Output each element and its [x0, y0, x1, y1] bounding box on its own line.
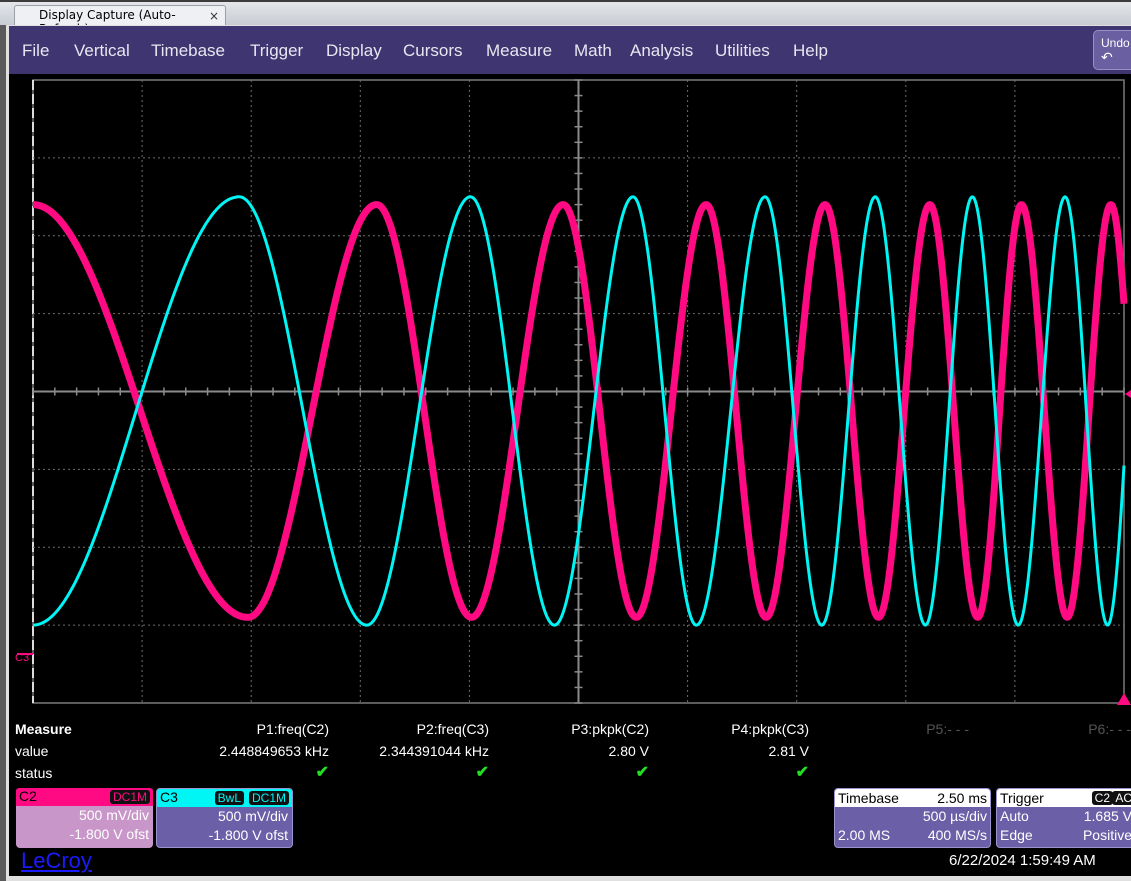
channel-offset: -1.800 V ofst	[69, 826, 149, 842]
channel-c2-descriptor[interactable]: C2 DC1M 500 mV/div -1.800 V ofst	[16, 788, 153, 848]
tab-display-capture[interactable]: Display Capture (Auto-Refresh) ×	[14, 5, 226, 36]
row-label-status: status	[15, 765, 53, 781]
channel-name: C3	[160, 789, 178, 805]
close-icon[interactable]: ×	[209, 9, 219, 23]
undo-label: Undo	[1101, 36, 1130, 50]
channel-name: C2	[19, 788, 37, 804]
trigger-slope: Positive	[1082, 827, 1131, 843]
measure-param-name[interactable]: P4:pkpk(C3)	[629, 721, 809, 737]
status-check-icon: ✔	[475, 764, 489, 781]
menu-math[interactable]: Math	[574, 41, 612, 61]
coupling-badge: DC1M	[109, 790, 150, 804]
trigger-level: 1.685 V	[1083, 808, 1131, 824]
trigger-header: Trigger C2 AC	[997, 789, 1131, 807]
measure-table: Measure value status P1:freq(C2) 2.448849…	[9, 714, 1131, 784]
timebase-scale: 500 µs/div	[922, 808, 987, 824]
datetime: 6/22/2024 1:59:49 AM	[949, 852, 1096, 869]
trigger-label: Trigger	[1000, 790, 1044, 806]
timebase-samples: 2.00 MS	[838, 827, 891, 843]
scope-app: File Vertical Timebase Trigger Display C…	[9, 26, 1131, 876]
timebase-rate: 400 MS/s	[927, 827, 987, 843]
menu-analysis[interactable]: Analysis	[630, 41, 693, 61]
channel-c2-header: C2 DC1M	[16, 788, 153, 806]
menu-vertical[interactable]: Vertical	[74, 41, 130, 61]
timebase-delay: 2.50 ms	[937, 790, 987, 806]
trigger-time-marker-icon	[1117, 693, 1131, 705]
channel-offset: -1.800 V ofst	[208, 827, 288, 843]
trigger-source-badge: C2	[1091, 791, 1113, 805]
menu-trigger[interactable]: Trigger	[250, 41, 303, 61]
menu-timebase[interactable]: Timebase	[151, 41, 225, 61]
menu-bar: File Vertical Timebase Trigger Display C…	[9, 26, 1131, 74]
trigger-coupling-badge: AC	[1112, 791, 1131, 805]
waveform-display[interactable]: C3	[9, 74, 1131, 714]
timebase-header: Timebase 2.50 ms	[835, 789, 990, 807]
measure-param-name[interactable]: P1:freq(C2)	[149, 721, 329, 737]
timebase-label: Timebase	[838, 790, 899, 806]
bandwidth-badge: BwL	[214, 791, 244, 805]
trigger-level-marker-icon	[1125, 390, 1131, 398]
menu-file[interactable]: File	[22, 41, 49, 61]
trigger-descriptor[interactable]: Trigger C2 AC Auto 1.685 V Edge Positive	[996, 788, 1131, 848]
lecroy-logo[interactable]: LeCroy	[21, 848, 92, 874]
trigger-mode: Auto	[1000, 808, 1029, 824]
undo-button[interactable]: Undo ↶	[1093, 30, 1131, 70]
measure-param-name[interactable]: P6:- - -	[951, 721, 1131, 737]
timebase-descriptor[interactable]: Timebase 2.50 ms 500 µs/div 2.00 MS 400 …	[834, 788, 991, 848]
menu-utilities[interactable]: Utilities	[715, 41, 770, 61]
tab-strip: Display Capture (Auto-Refresh) ×	[0, 0, 1131, 36]
channel-c3-header: C3 BwL DC1M	[157, 789, 292, 807]
menu-help[interactable]: Help	[793, 41, 828, 61]
waveform-grid	[17, 79, 1131, 705]
menu-measure[interactable]: Measure	[486, 41, 552, 61]
row-label-value: value	[15, 743, 49, 759]
menu-cursors[interactable]: Cursors	[403, 41, 463, 61]
channel-c3-descriptor[interactable]: C3 BwL DC1M 500 mV/div -1.800 V ofst	[156, 788, 293, 848]
coupling-badge: DC1M	[248, 791, 289, 805]
status-check-icon: ✔	[795, 764, 809, 781]
measure-param-name[interactable]: P3:pkpk(C2)	[469, 721, 649, 737]
measure-param-value: 2.80 V	[608, 743, 649, 759]
channel-ground-marker: C3	[15, 652, 30, 664]
measure-param-value: 2.344391044 kHz	[379, 743, 489, 759]
menu-display[interactable]: Display	[326, 41, 382, 61]
status-check-icon: ✔	[635, 764, 649, 781]
channel-scale: 500 mV/div	[217, 808, 288, 824]
status-check-icon: ✔	[315, 764, 329, 781]
trigger-type: Edge	[1000, 827, 1033, 843]
measure-param-value: 2.448849653 kHz	[219, 743, 329, 759]
measure-param-name[interactable]: P2:freq(C3)	[309, 721, 489, 737]
undo-icon: ↶	[1101, 49, 1113, 65]
measure-title: Measure	[15, 721, 72, 737]
measure-param-value: 2.81 V	[768, 743, 809, 759]
channel-scale: 500 mV/div	[78, 807, 149, 823]
measure-param-name[interactable]: P5:- - -	[789, 721, 969, 737]
